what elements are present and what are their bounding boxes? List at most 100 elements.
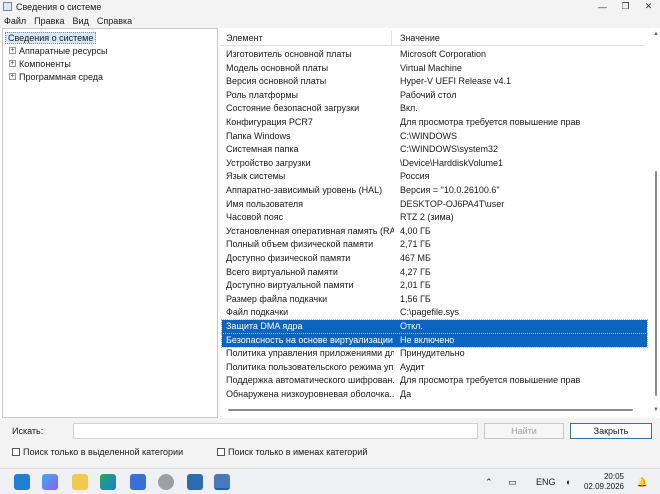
menu-view[interactable]: Вид <box>69 16 93 26</box>
row-value: Virtual Machine <box>400 62 462 73</box>
search-panel: Искать: Найти Закрыть Поиск только в выд… <box>0 418 660 468</box>
column-header-value[interactable]: Значение <box>400 33 440 43</box>
window-controls: — ❐ ✕ <box>591 0 660 13</box>
table-row[interactable]: Доступно виртуальной памяти 2,01 ГБ <box>222 279 647 293</box>
checkbox-label: Поиск только в именах категорий <box>228 447 368 457</box>
row-value: Не включено <box>400 334 455 345</box>
table-row[interactable]: Язык системы Россия <box>222 170 647 184</box>
scroll-down-icon[interactable]: ▼ <box>653 407 659 413</box>
tree-node-hardware-resources[interactable]: + Аппаратные ресурсы <box>9 44 108 57</box>
row-element: Размер файла подкачки <box>226 293 328 304</box>
table-row[interactable]: Файл подкачки C:\pagefile.sys <box>222 306 647 320</box>
settings-gear-icon[interactable] <box>158 474 174 490</box>
file-explorer-icon[interactable] <box>72 474 88 490</box>
table-row[interactable]: Обнаружена низкоуровневая оболочка.... Да <box>222 388 647 402</box>
option-search-category-names[interactable]: Поиск только в именах категорий <box>217 447 367 457</box>
store-icon[interactable] <box>130 474 146 490</box>
table-row[interactable]: Размер файла подкачки 1,56 ГБ <box>222 293 647 307</box>
table-row[interactable]: Версия основной платы Hyper-V UEFI Releas… <box>222 75 647 89</box>
checkbox-label: Поиск только в выделенной категории <box>23 447 184 457</box>
table-row[interactable]: Доступно физической памяти 467 МБ <box>222 252 647 266</box>
close-window-button[interactable]: ✕ <box>637 0 660 13</box>
copilot-icon[interactable] <box>42 474 58 490</box>
vertical-scrollbar[interactable]: ▲ ▼ <box>653 31 659 413</box>
table-row[interactable]: Роль платформы Рабочий стол <box>222 89 647 103</box>
system-info-taskbar-icon[interactable] <box>214 474 230 490</box>
row-value: Microsoft Corporation <box>400 49 487 59</box>
checkbox-icon[interactable] <box>12 448 20 456</box>
row-element: Политика управления приложениями для ... <box>226 348 394 359</box>
table-row[interactable]: Всего виртуальной памяти 4,27 ГБ <box>222 266 647 280</box>
find-button[interactable]: Найти <box>484 423 564 439</box>
menu-bar: Файл Правка Вид Справка <box>0 13 660 28</box>
table-row[interactable]: Политика пользовательского режима упр...… <box>222 361 647 375</box>
row-element: Версия основной платы <box>226 76 327 87</box>
row-element: Изготовитель основной платы <box>226 49 352 59</box>
horizontal-scrollbar[interactable] <box>228 409 633 411</box>
menu-file[interactable]: Файл <box>0 16 30 26</box>
row-element: Всего виртуальной памяти <box>226 266 338 277</box>
table-row[interactable]: Состояние безопасной загрузки Вкл. <box>222 102 647 116</box>
system-info-app-icon <box>3 2 12 11</box>
vertical-scroll-thumb[interactable] <box>655 171 657 396</box>
row-element: Безопасность на основе виртуализации <box>226 334 393 345</box>
row-element: Состояние безопасной загрузки <box>226 103 360 114</box>
table-row[interactable]: Поддержка автоматического шифрован... Для… <box>222 374 647 388</box>
menu-edit[interactable]: Правка <box>30 16 68 26</box>
search-input[interactable] <box>73 423 478 439</box>
row-value: Версия = "10.0.26100.6" <box>400 185 500 195</box>
row-value: 2,01 ГБ <box>400 280 431 291</box>
row-element: Часовой пояс <box>226 212 284 223</box>
category-tree: Сведения о системе + Аппаратные ресурсы … <box>2 28 218 418</box>
table-row[interactable]: Модель основной платы Virtual Machine <box>222 62 647 76</box>
expand-icon[interactable]: + <box>9 73 16 80</box>
row-element: Устройство загрузки <box>226 157 311 168</box>
table-row[interactable]: Изготовитель основной платы Microsoft Cor… <box>222 48 647 62</box>
column-header-element[interactable]: Элемент <box>226 33 263 43</box>
tray-chevron-icon[interactable]: ⌃ <box>485 469 493 494</box>
input-language[interactable]: ENG <box>536 469 556 494</box>
table-row[interactable]: Аппаратно-зависимый уровень (HAL) Версия … <box>222 184 647 198</box>
option-search-selected-category[interactable]: Поиск только в выделенной категории <box>12 447 183 457</box>
table-row[interactable]: Безопасность на основе виртуализации Не в… <box>221 332 648 349</box>
clock[interactable]: 20:05 02.09.2026 <box>584 472 624 492</box>
row-value: 467 МБ <box>400 253 431 263</box>
row-value: C:\WINDOWS\system32 <box>400 144 499 155</box>
table-row[interactable]: Защита DMA ядра Откл. <box>221 319 648 335</box>
edge-browser-icon[interactable] <box>100 474 116 490</box>
table-row[interactable]: Системная папка C:\WINDOWS\system32 <box>222 143 647 157</box>
table-row[interactable]: Полный объем физической памяти 2,71 ГБ <box>222 238 647 252</box>
row-value: Для просмотра требуется повышение прав <box>400 117 581 127</box>
tree-node-components[interactable]: + Компоненты <box>9 57 71 70</box>
security-shield-icon[interactable] <box>187 474 203 490</box>
expand-icon[interactable]: + <box>9 47 16 54</box>
minimize-button[interactable]: — <box>591 0 614 13</box>
table-row[interactable]: Имя пользователя DESKTOP-OJ6PA4T\user <box>222 198 647 212</box>
row-element: Аппаратно-зависимый уровень (HAL) <box>226 185 383 195</box>
start-windows-icon[interactable] <box>14 474 30 490</box>
row-value: Для просмотра требуется повышение прав <box>400 375 581 386</box>
table-row[interactable]: Конфигурация PCR7 Для просмотра требуется… <box>222 116 647 130</box>
table-row[interactable]: Устройство загрузки \Device\HarddiskVolum… <box>222 157 647 171</box>
volume-icon[interactable]: ◖ <box>565 469 570 494</box>
expand-icon[interactable]: + <box>9 60 16 67</box>
table-row[interactable]: Политика управления приложениями для ...… <box>222 347 647 361</box>
row-value: 1,56 ГБ <box>400 293 431 304</box>
tree-node-software-environment[interactable]: + Программная среда <box>9 70 103 83</box>
table-row[interactable]: Часовой пояс RTZ 2 (зима) <box>222 211 647 225</box>
table-row[interactable]: Установленная оперативная память (RAM) 4,… <box>222 225 647 239</box>
table-row[interactable]: Папка Windows C:\WINDOWS <box>222 130 647 144</box>
tree-node-label: Аппаратные ресурсы <box>19 45 108 56</box>
notification-bell-icon[interactable]: 🔔 <box>637 477 648 488</box>
tree-root-system-summary[interactable]: Сведения о системе <box>5 32 97 44</box>
maximize-button[interactable]: ❐ <box>614 0 637 13</box>
close-button[interactable]: Закрыть <box>570 423 652 439</box>
row-value: Откл. <box>400 321 423 331</box>
checkbox-icon[interactable] <box>217 448 225 456</box>
column-divider[interactable] <box>391 31 392 46</box>
scroll-up-icon[interactable]: ▲ <box>653 31 659 37</box>
tray-network-icon[interactable]: ▭ <box>508 469 517 494</box>
row-element: Полный объем физической памяти <box>226 239 374 250</box>
title-bar: Сведения о системе — ❐ ✕ <box>0 0 660 13</box>
menu-help[interactable]: Справка <box>93 16 136 26</box>
